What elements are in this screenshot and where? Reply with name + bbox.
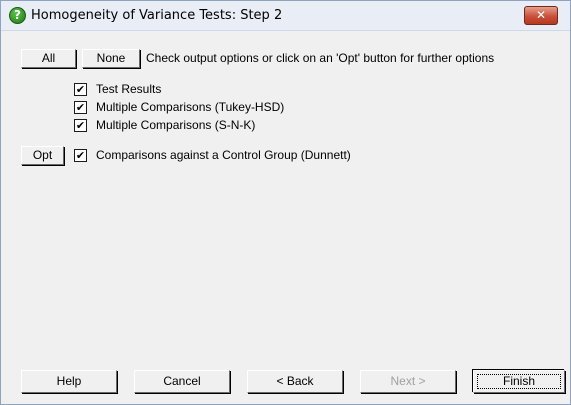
snk-checkbox[interactable]: ✔ <box>74 119 87 132</box>
test-results-label: Test Results <box>96 82 162 96</box>
cancel-button-label: Cancel <box>163 374 201 388</box>
finish-button-label: Finish <box>502 374 535 388</box>
dialog-window: ? Homogeneity of Variance Tests: Step 2 … <box>0 0 571 405</box>
opt-button-label: Opt <box>32 148 53 162</box>
tukey-hsd-label: Multiple Comparisons (Tukey-HSD) <box>96 100 285 114</box>
all-button[interactable]: All <box>21 49 76 68</box>
test-results-checkbox[interactable]: ✔ <box>74 83 87 96</box>
cancel-button[interactable]: Cancel <box>134 370 230 393</box>
snk-label: Multiple Comparisons (S-N-K) <box>96 118 256 132</box>
back-button-label: < Back <box>276 374 314 388</box>
next-button[interactable]: Next > <box>360 370 456 393</box>
window-title: Homogeneity of Variance Tests: Step 2 <box>31 8 283 23</box>
help-button-label: Help <box>56 374 82 388</box>
next-button-label: Next > <box>390 374 426 388</box>
none-button-label: None <box>96 51 126 65</box>
help-icon: ? <box>9 7 26 24</box>
dunnett-opt-button[interactable]: Opt <box>21 146 64 165</box>
finish-button[interactable]: Finish <box>473 370 565 393</box>
tukey-hsd-checkbox[interactable]: ✔ <box>74 101 87 114</box>
instruction-text: Check output options or click on an 'Opt… <box>146 51 495 65</box>
none-button[interactable]: None <box>82 49 140 68</box>
close-button[interactable]: ✕ <box>524 6 558 25</box>
help-button[interactable]: Help <box>21 370 117 393</box>
all-button-label: All <box>41 51 56 65</box>
back-button[interactable]: < Back <box>247 370 343 393</box>
dunnett-checkbox[interactable]: ✔ <box>74 149 87 162</box>
dunnett-label: Comparisons against a Control Group (Dun… <box>96 148 351 162</box>
title-bar: ? Homogeneity of Variance Tests: Step 2 … <box>1 1 570 31</box>
close-icon: ✕ <box>535 8 547 22</box>
